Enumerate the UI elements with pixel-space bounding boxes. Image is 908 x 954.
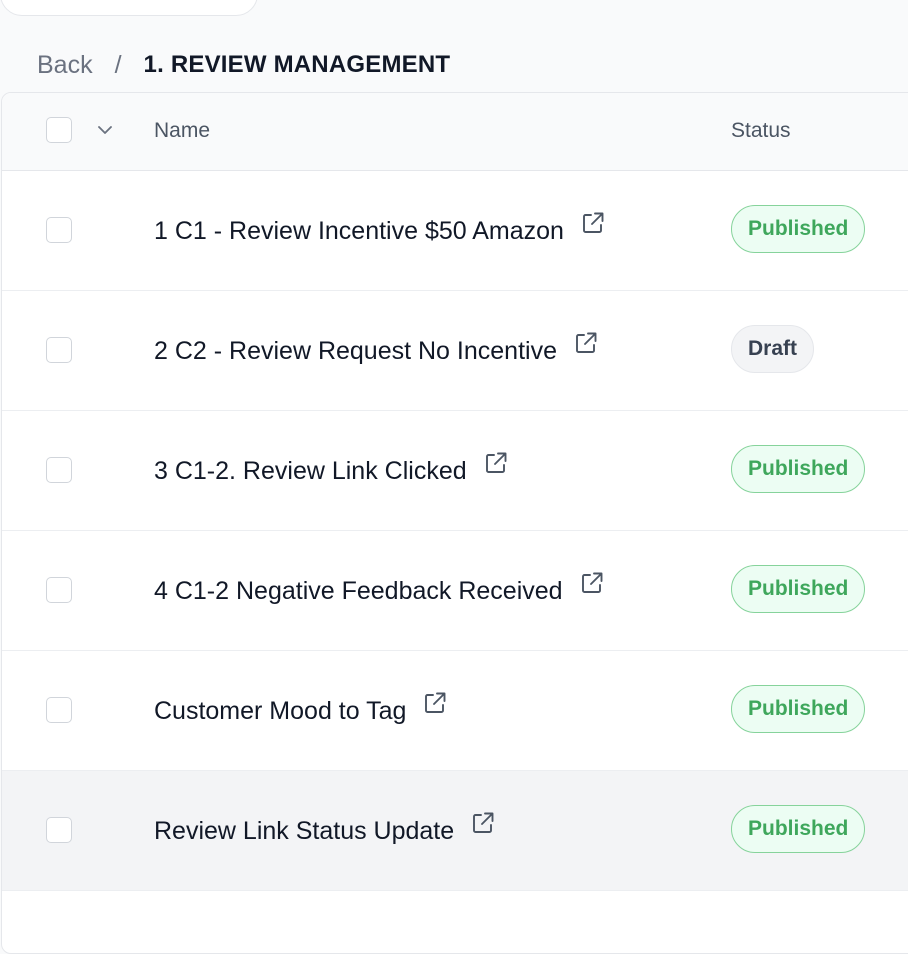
external-link-icon[interactable] xyxy=(483,450,509,476)
external-link-icon[interactable] xyxy=(579,570,605,596)
row-checkbox[interactable] xyxy=(46,817,72,843)
workflow-name[interactable]: 1 C1 - Review Incentive $50 Amazon xyxy=(154,211,606,251)
table-body: 1 C1 - Review Incentive $50 Amazon Publi… xyxy=(2,171,908,891)
row-checkbox[interactable] xyxy=(46,337,72,363)
column-header-status[interactable]: Status xyxy=(731,119,791,143)
table-header: Name Status xyxy=(2,93,908,171)
breadcrumb-separator: / xyxy=(114,50,122,79)
workflow-name-text[interactable]: 4 C1-2 Negative Feedback Received xyxy=(154,577,563,606)
workflow-name-text[interactable]: 2 C2 - Review Request No Incentive xyxy=(154,337,557,366)
status-badge: Published xyxy=(731,445,866,493)
table-row[interactable]: Review Link Status Update Published xyxy=(2,771,908,891)
chevron-down-icon[interactable] xyxy=(96,123,114,137)
status-badge: Published xyxy=(731,685,866,733)
status-badge: Published xyxy=(731,565,866,613)
breadcrumb: Back / 1. REVIEW MANAGEMENT xyxy=(37,48,450,82)
table-row[interactable]: Customer Mood to Tag Published xyxy=(2,651,908,771)
workflow-name-text[interactable]: 1 C1 - Review Incentive $50 Amazon xyxy=(154,217,564,246)
status-badge: Published xyxy=(731,805,866,853)
workflow-name-text[interactable]: Customer Mood to Tag xyxy=(154,697,406,726)
table-row[interactable]: 1 C1 - Review Incentive $50 Amazon Publi… xyxy=(2,171,908,291)
row-checkbox[interactable] xyxy=(46,457,72,483)
workflow-name[interactable]: Customer Mood to Tag xyxy=(154,691,448,731)
workflow-name[interactable]: Review Link Status Update xyxy=(154,811,496,851)
row-checkbox[interactable] xyxy=(46,577,72,603)
top-search-pill[interactable] xyxy=(0,0,258,16)
row-checkbox[interactable] xyxy=(46,697,72,723)
status-badge: Draft xyxy=(731,325,815,373)
status-badge: Published xyxy=(731,205,866,253)
workflow-name-text[interactable]: 3 C1-2. Review Link Clicked xyxy=(154,457,467,486)
external-link-icon[interactable] xyxy=(470,810,496,836)
breadcrumb-back-link[interactable]: Back xyxy=(37,51,93,80)
workflow-name[interactable]: 4 C1-2 Negative Feedback Received xyxy=(154,571,605,611)
table-row[interactable]: 2 C2 - Review Request No Incentive Draft xyxy=(2,291,908,411)
external-link-icon[interactable] xyxy=(580,210,606,236)
breadcrumb-current: 1. REVIEW MANAGEMENT xyxy=(143,51,451,78)
workflow-name[interactable]: 2 C2 - Review Request No Incentive xyxy=(154,331,599,371)
workflow-table: Name Status 1 C1 - Review Incentive $50 … xyxy=(1,92,908,954)
row-checkbox[interactable] xyxy=(46,217,72,243)
external-link-icon[interactable] xyxy=(573,330,599,356)
table-row[interactable]: 4 C1-2 Negative Feedback Received Publis… xyxy=(2,531,908,651)
workflow-name-text[interactable]: Review Link Status Update xyxy=(154,817,454,846)
table-row[interactable]: 3 C1-2. Review Link Clicked Published xyxy=(2,411,908,531)
column-header-name[interactable]: Name xyxy=(154,119,210,143)
workflow-name[interactable]: 3 C1-2. Review Link Clicked xyxy=(154,451,509,491)
external-link-icon[interactable] xyxy=(422,690,448,716)
select-all-checkbox[interactable] xyxy=(46,117,72,143)
